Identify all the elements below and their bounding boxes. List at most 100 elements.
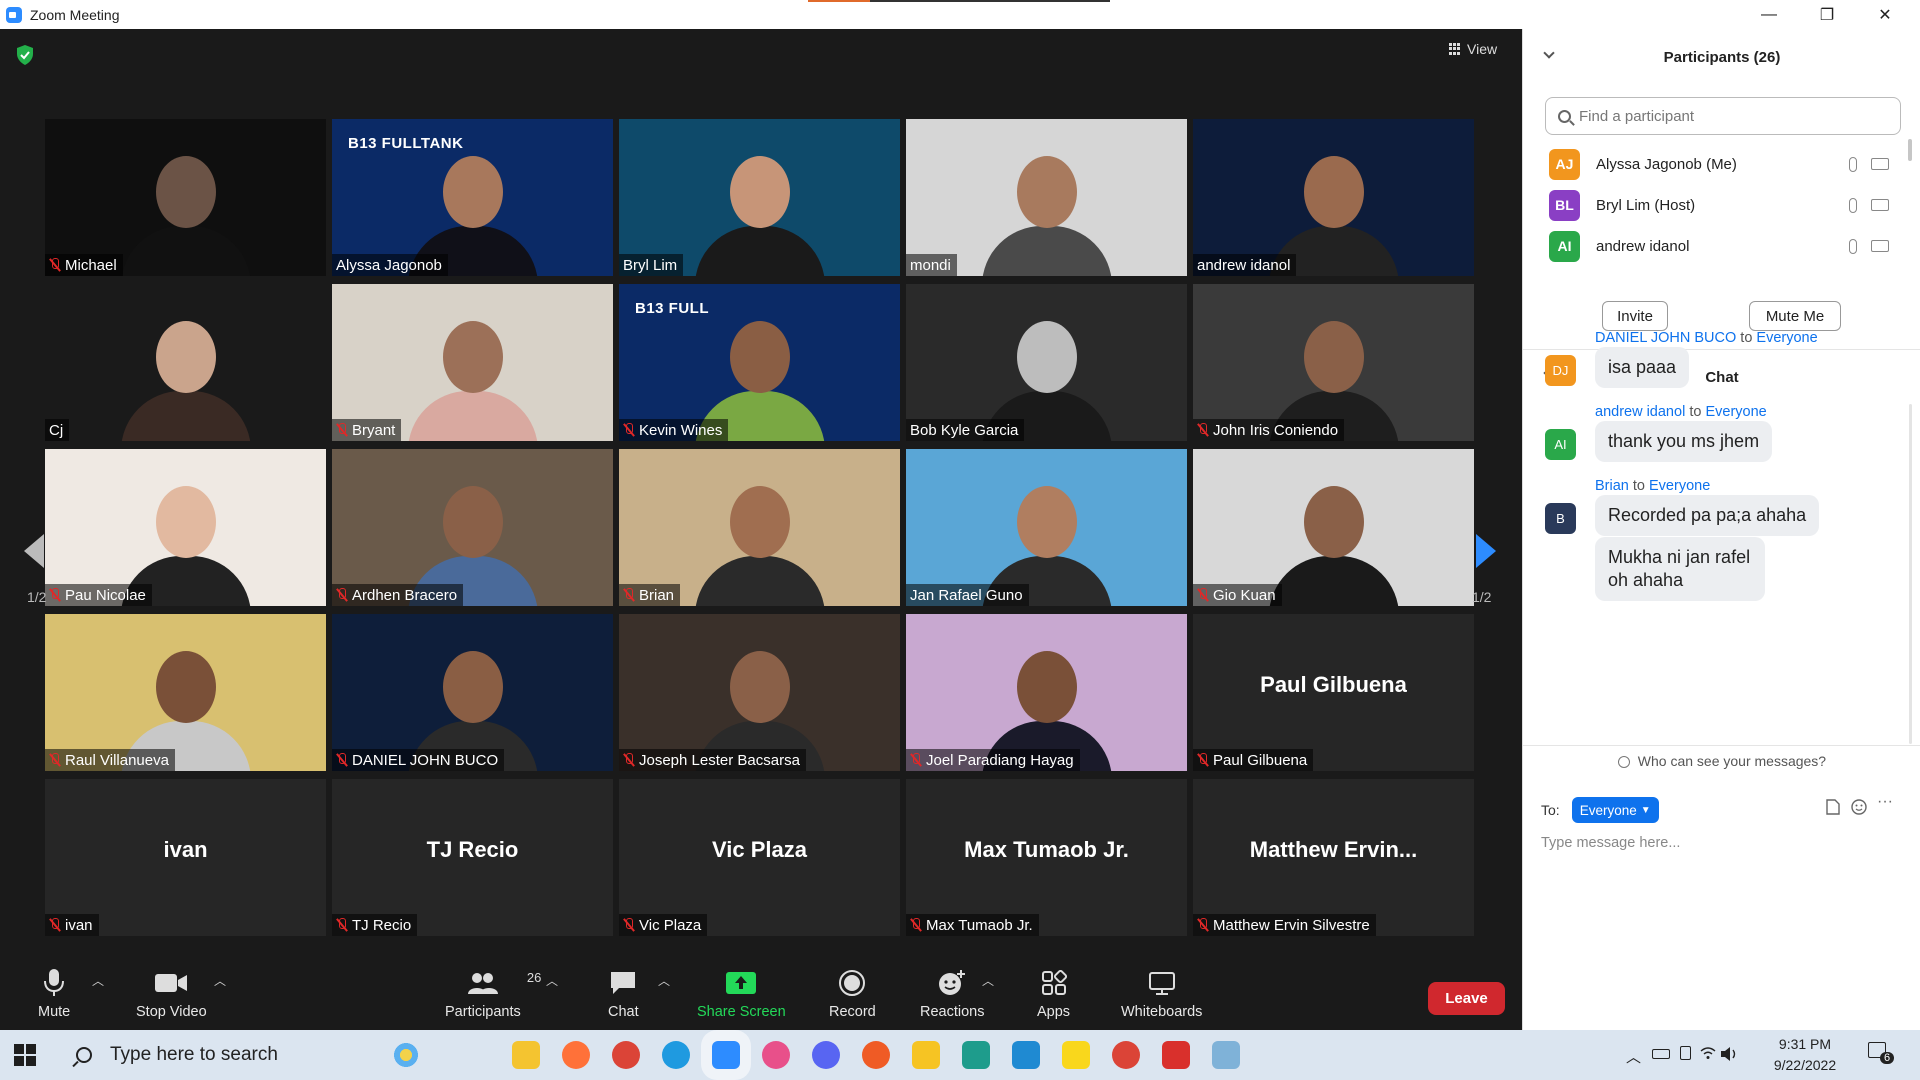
participant-video-tile[interactable]: andrew idanol [1193, 119, 1474, 276]
participant-video-tile[interactable]: ivan ivan [45, 779, 326, 936]
video-camera-icon[interactable] [1871, 158, 1889, 170]
battery-icon[interactable] [1652, 1046, 1670, 1063]
tray-expand-chevron-icon[interactable]: ︿ [1626, 1046, 1641, 1067]
edge-icon[interactable] [662, 1041, 690, 1069]
leave-button[interactable]: Leave [1428, 982, 1505, 1015]
volume-icon[interactable] [1720, 1046, 1738, 1066]
vivaldi-icon[interactable] [1162, 1041, 1190, 1069]
sticky-notes-icon[interactable] [1062, 1041, 1090, 1069]
zoom-icon[interactable] [712, 1041, 740, 1069]
video-options-caret-icon[interactable]: ︿ [214, 972, 226, 989]
video-camera-icon[interactable] [1871, 240, 1889, 252]
chat-sender[interactable]: DANIEL JOHN BUCO [1595, 330, 1736, 346]
microphone-icon[interactable] [1849, 238, 1857, 254]
participant-video-tile[interactable]: Joel Paradiang Hayag [906, 614, 1187, 771]
chrome-icon[interactable] [612, 1041, 640, 1069]
paint-icon[interactable] [1212, 1041, 1240, 1069]
minimize-button[interactable]: — [1740, 0, 1798, 29]
participant-video-tile[interactable]: Max Tumaob Jr. Max Tumaob Jr. [906, 779, 1187, 936]
participant-video-tile[interactable]: B13 FULLTANK Alyssa Jagonob [332, 119, 613, 276]
file-explorer-icon[interactable] [512, 1041, 540, 1069]
osu-icon[interactable] [762, 1041, 790, 1069]
chrome-profile-icon[interactable] [1112, 1041, 1140, 1069]
participant-video-tile[interactable]: Bob Kyle Garcia [906, 284, 1187, 441]
microphone-icon[interactable] [1849, 156, 1857, 172]
participant-video-tile[interactable]: Bryl Lim [619, 119, 900, 276]
weather-widget-icon[interactable] [392, 1041, 420, 1069]
whiteboards-button[interactable]: Whiteboards [1121, 968, 1202, 1020]
chat-sender[interactable]: Brian [1595, 478, 1629, 494]
participant-video-tile[interactable]: Ardhen Bracero [332, 449, 613, 606]
participant-video-tile[interactable]: Brian [619, 449, 900, 606]
chat-message-bubble[interactable]: thank you ms jhem [1595, 421, 1773, 462]
apps-button[interactable]: Apps [1037, 968, 1070, 1020]
notifications-icon[interactable]: 6 [1868, 1042, 1895, 1064]
view-button[interactable]: View [1449, 41, 1497, 57]
stop-video-button[interactable]: Stop Video [136, 968, 207, 1020]
microphone-icon[interactable] [1849, 197, 1857, 213]
participants-scrollbar[interactable] [1908, 139, 1912, 161]
participant-list-item[interactable]: BL Bryl Lim (Host) [1549, 188, 1899, 222]
chat-message-bubble[interactable]: Mukha ni jan rafel oh ahaha [1595, 537, 1765, 601]
postman-icon[interactable] [862, 1041, 890, 1069]
mute-me-button[interactable]: Mute Me [1749, 301, 1841, 331]
emoji-icon[interactable] [1851, 799, 1867, 820]
invite-button[interactable]: Invite [1602, 301, 1668, 331]
chat-message-bubble[interactable]: Recorded pa pa;a ahaha [1595, 495, 1820, 536]
participants-button[interactable]: 26 Participants [445, 968, 541, 1020]
chat-button[interactable]: Chat [608, 968, 639, 1020]
participant-video-tile[interactable]: TJ Recio TJ Recio [332, 779, 613, 936]
file-icon[interactable] [1826, 799, 1840, 820]
wifi-icon[interactable] [1700, 1046, 1716, 1064]
participant-list-item[interactable]: AI andrew idanol [1549, 229, 1899, 263]
chat-message-input[interactable] [1541, 835, 1901, 851]
participant-search-input[interactable]: Find a participant [1545, 97, 1901, 135]
participant-video-tile[interactable]: Joseph Lester Bacsarsa [619, 614, 900, 771]
firefox-icon[interactable] [562, 1041, 590, 1069]
discord-icon[interactable] [812, 1041, 840, 1069]
mute-button[interactable]: Mute [38, 968, 70, 1020]
vscode-icon[interactable] [1012, 1041, 1040, 1069]
participant-video-tile[interactable]: Michael [45, 119, 326, 276]
windows-start-icon[interactable] [14, 1044, 36, 1066]
recipient-select[interactable]: Everyone ▼ [1571, 797, 1659, 823]
more-options-icon[interactable]: ··· [1877, 793, 1893, 811]
participants-options-caret-icon[interactable]: ︿ [546, 972, 558, 989]
previous-page-arrow-icon[interactable] [24, 534, 44, 568]
participant-video-tile[interactable]: Vic Plaza Vic Plaza [619, 779, 900, 936]
next-page-arrow-icon[interactable] [1476, 534, 1496, 568]
shield-check-icon[interactable] [16, 45, 34, 65]
notes-icon[interactable] [912, 1041, 940, 1069]
chat-scrollbar[interactable] [1909, 404, 1912, 744]
chat-sender[interactable]: andrew idanol [1595, 404, 1685, 420]
participant-video-tile[interactable]: Raul Villanueva [45, 614, 326, 771]
chat-message-bubble[interactable]: isa paaa [1595, 347, 1690, 388]
close-button[interactable]: ✕ [1856, 0, 1914, 29]
participant-video-tile[interactable]: DANIEL JOHN BUCO [332, 614, 613, 771]
participant-video-tile[interactable]: B13 FULL Kevin Wines [619, 284, 900, 441]
participant-video-tile[interactable]: Paul Gilbuena Paul Gilbuena [1193, 614, 1474, 771]
message-privacy-link[interactable]: Who can see your messages? [1523, 753, 1920, 769]
share-screen-button[interactable]: Share Screen [697, 968, 786, 1020]
participant-video-tile[interactable]: Cj [45, 284, 326, 441]
participant-video-tile[interactable]: Jan Rafael Guno [906, 449, 1187, 606]
participant-video-tile[interactable]: Bryant [332, 284, 613, 441]
participant-video-tile[interactable]: Matthew Ervin... Matthew Ervin Silvestre [1193, 779, 1474, 936]
reactions-button[interactable]: Reactions [920, 968, 984, 1020]
participant-video-tile[interactable]: mondi [906, 119, 1187, 276]
participant-video-tile[interactable]: Gio Kuan [1193, 449, 1474, 606]
chat-options-caret-icon[interactable]: ︿ [658, 972, 670, 989]
participant-video-tile[interactable]: Pau Nicolae [45, 449, 326, 606]
participant-list-item[interactable]: AJ Alyssa Jagonob (Me) [1549, 147, 1899, 181]
device-icon[interactable] [1680, 1046, 1691, 1064]
video-camera-icon[interactable] [1871, 199, 1889, 211]
taskbar-clock[interactable]: 9:31 PM 9/22/2022 [1760, 1034, 1850, 1076]
restore-button[interactable]: ❐ [1798, 0, 1856, 29]
taskbar-search-box[interactable]: Type here to search [58, 1030, 378, 1080]
pycharm-icon[interactable] [962, 1041, 990, 1069]
participant-video-tile[interactable]: John Iris Coniendo [1193, 284, 1474, 441]
collapse-chevron-icon[interactable] [1543, 47, 1555, 59]
reactions-options-caret-icon[interactable]: ︿ [982, 972, 994, 989]
record-button[interactable]: Record [829, 968, 876, 1020]
audio-options-caret-icon[interactable]: ︿ [92, 972, 104, 989]
